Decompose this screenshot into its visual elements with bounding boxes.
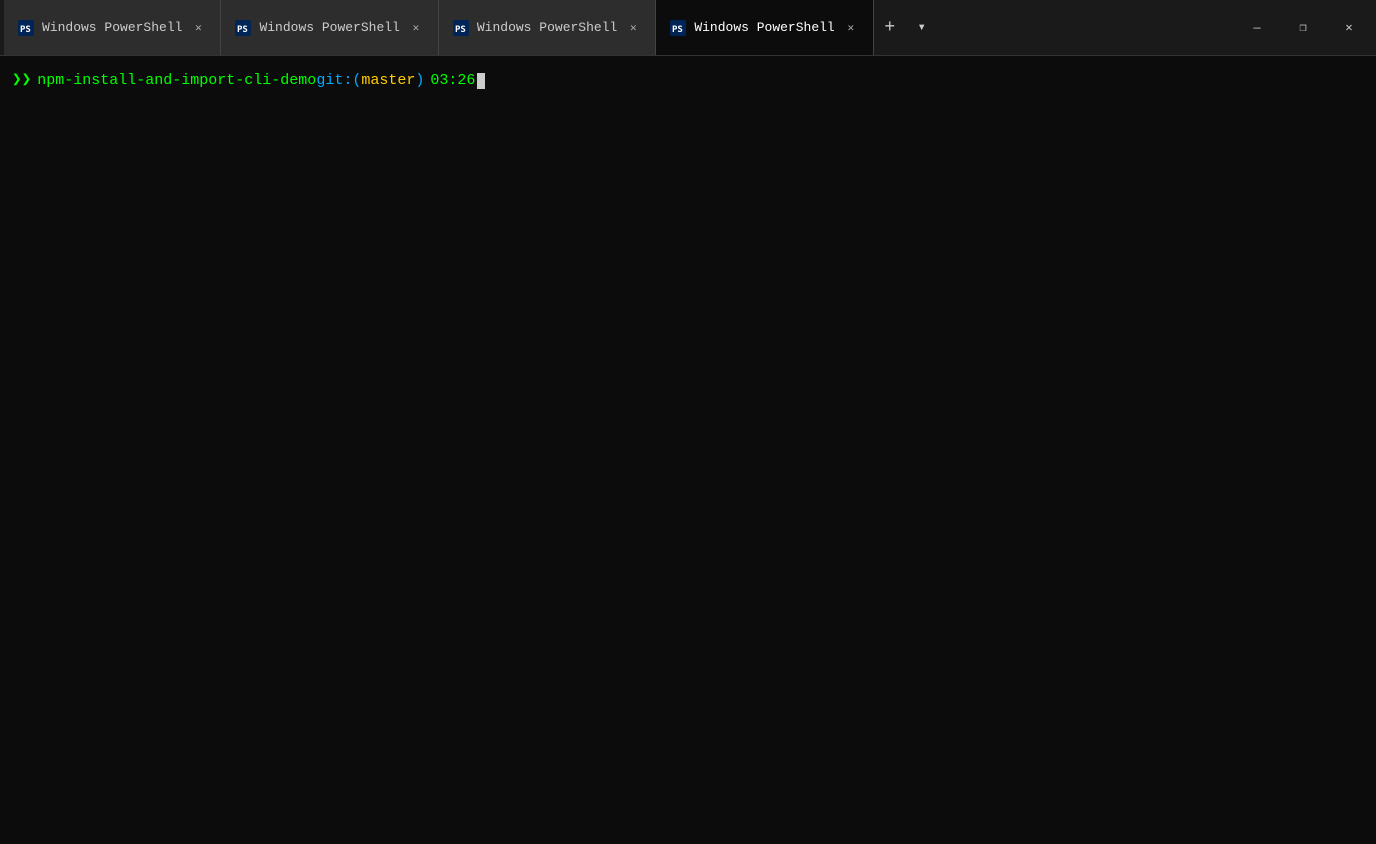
minimize-icon: — xyxy=(1253,21,1260,35)
tab-3-close-button[interactable]: ✕ xyxy=(625,20,641,36)
prompt-arrow: ❯❯ xyxy=(12,68,31,94)
chevron-down-icon: ▾ xyxy=(918,19,926,36)
svg-text:PS: PS xyxy=(237,25,248,35)
svg-text:PS: PS xyxy=(20,25,31,35)
powershell-icon-tab3: PS xyxy=(453,20,469,36)
terminal-area[interactable]: ❯❯ npm-install-and-import-cli-demo git: … xyxy=(0,56,1376,844)
close-icon: ✕ xyxy=(1345,20,1352,35)
tab-2-label: Windows PowerShell xyxy=(259,20,399,35)
prompt-path: npm-install-and-import-cli-demo xyxy=(37,69,316,93)
tab-3[interactable]: PS Windows PowerShell ✕ xyxy=(439,0,656,55)
close-button[interactable]: ✕ xyxy=(1326,0,1372,56)
minimize-button[interactable]: — xyxy=(1234,0,1280,56)
maximize-icon: ❐ xyxy=(1299,20,1306,35)
add-tab-button[interactable]: + xyxy=(874,12,906,44)
prompt-git-close: ) xyxy=(415,69,424,93)
tab-4-close-button[interactable]: ✕ xyxy=(843,20,859,36)
window-controls: — ❐ ✕ xyxy=(1234,0,1372,56)
powershell-icon-tab4: PS xyxy=(670,20,686,36)
powershell-icon-tab2: PS xyxy=(235,20,251,36)
prompt-git-open: ( xyxy=(352,69,361,93)
tab-3-label: Windows PowerShell xyxy=(477,20,617,35)
tab-4-label: Windows PowerShell xyxy=(694,20,834,35)
tab-4[interactable]: PS Windows PowerShell ✕ xyxy=(656,0,873,55)
terminal-cursor xyxy=(477,73,485,89)
tab-2-close-button[interactable]: ✕ xyxy=(408,20,424,36)
svg-text:PS: PS xyxy=(455,25,466,35)
powershell-icon-tab1: PS xyxy=(18,20,34,36)
title-bar: PS Windows PowerShell ✕ PS Windows Power… xyxy=(0,0,1376,56)
tabs-dropdown-button[interactable]: ▾ xyxy=(906,12,938,44)
prompt-git-branch: master xyxy=(361,69,415,93)
tab-1[interactable]: PS Windows PowerShell ✕ xyxy=(4,0,221,55)
svg-text:PS: PS xyxy=(672,25,683,35)
prompt-time: 03:26 xyxy=(430,69,475,93)
tab-1-close-button[interactable]: ✕ xyxy=(190,20,206,36)
tab-1-label: Windows PowerShell xyxy=(42,20,182,35)
maximize-button[interactable]: ❐ xyxy=(1280,0,1326,56)
tabs-container: PS Windows PowerShell ✕ PS Windows Power… xyxy=(4,0,1234,55)
prompt-git-prefix: git: xyxy=(316,69,352,93)
prompt-line: ❯❯ npm-install-and-import-cli-demo git: … xyxy=(12,68,1364,94)
tab-2[interactable]: PS Windows PowerShell ✕ xyxy=(221,0,438,55)
